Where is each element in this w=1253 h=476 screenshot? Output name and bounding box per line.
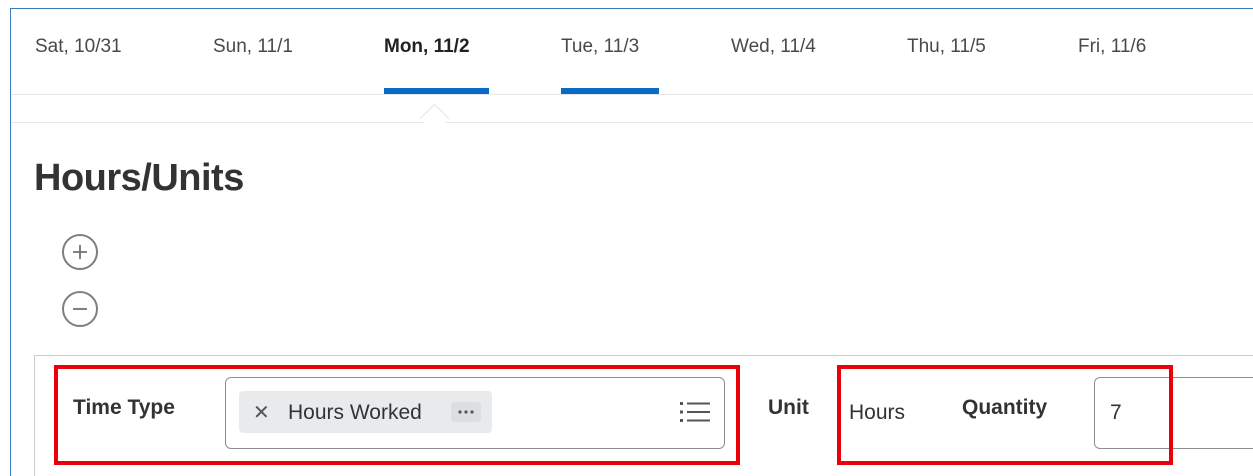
selected-time-type-pill: ✕ Hours Worked xyxy=(239,391,492,433)
tab-label: Mon, 11/2 xyxy=(384,36,470,57)
ellipsis-icon[interactable] xyxy=(451,402,481,422)
tab-label: Fri, 11/6 xyxy=(1078,36,1147,57)
quantity-input[interactable] xyxy=(1094,377,1253,449)
time-type-prompt[interactable]: ✕ Hours Worked xyxy=(225,377,725,449)
tab-thu-11-5[interactable]: Thu, 11/5 xyxy=(907,9,1007,94)
time-entry-panel: Sat, 10/31 Sun, 11/1 Mon, 11/2 Tue, 11/3… xyxy=(10,8,1253,476)
quantity-label: Quantity xyxy=(962,396,1048,419)
tab-subbar xyxy=(11,94,1253,123)
close-icon[interactable]: ✕ xyxy=(253,400,270,425)
list-icon[interactable] xyxy=(680,400,710,424)
day-tab-bar: Sat, 10/31 Sun, 11/1 Mon, 11/2 Tue, 11/3… xyxy=(11,9,1253,95)
tab-sat-10-31[interactable]: Sat, 10/31 xyxy=(35,9,127,94)
minus-circle-icon xyxy=(73,308,87,310)
tab-fri-11-6[interactable]: Fri, 11/6 xyxy=(1078,9,1166,94)
time-type-label: Time Type xyxy=(73,396,175,419)
tab-wed-11-4[interactable]: Wed, 11/4 xyxy=(731,9,836,94)
tab-sun-11-1[interactable]: Sun, 11/1 xyxy=(213,9,298,94)
tab-label: Sun, 11/1 xyxy=(213,36,293,57)
selected-time-type: Hours Worked xyxy=(288,401,422,424)
tab-tue-11-3[interactable]: Tue, 11/3 xyxy=(561,9,659,94)
plus-circle-icon xyxy=(73,245,87,259)
add-row-button[interactable] xyxy=(62,234,98,270)
page-title: Hours/Units xyxy=(34,157,244,199)
unit-value: Hours xyxy=(849,401,906,424)
unit-label: Unit xyxy=(768,396,809,419)
tab-label: Tue, 11/3 xyxy=(561,36,640,57)
tab-mon-11-2[interactable]: Mon, 11/2 xyxy=(384,9,489,94)
remove-row-button[interactable] xyxy=(62,291,98,327)
tab-label: Sat, 10/31 xyxy=(35,36,122,57)
tab-label: Wed, 11/4 xyxy=(731,36,816,57)
tab-label: Thu, 11/5 xyxy=(907,36,986,57)
